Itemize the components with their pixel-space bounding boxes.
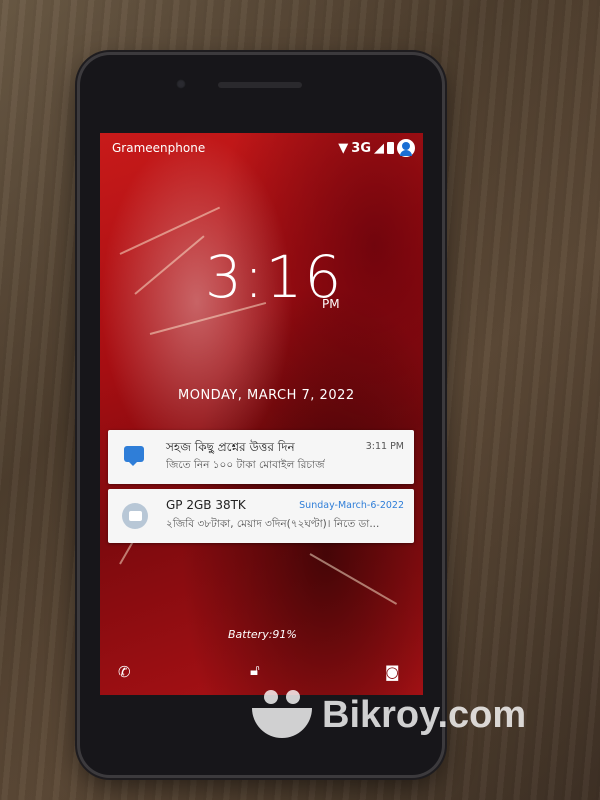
notification-title: GP 2GB 38TK [166, 498, 246, 512]
wallpaper-streak [309, 553, 398, 605]
notification-card[interactable]: GP 2GB 38TK ২জিবি ৩৮টাকা, মেয়াদ ৩দিন(৭২… [108, 489, 414, 543]
front-camera [176, 79, 186, 89]
notification-time: 3:11 PM [365, 441, 404, 452]
user-avatar-icon[interactable] [397, 139, 415, 157]
status-bar: Grameenphone ▼ 3G ◢ [100, 133, 423, 163]
sms-icon [122, 503, 148, 529]
carrier-name: Grameenphone [112, 141, 206, 155]
notification-time: Sunday-March-6-2022 [299, 500, 404, 511]
notification-card[interactable]: সহজ কিছু প্রশ্নের উত্তর দিন জিতে নিন ১০০… [108, 430, 414, 484]
phone-icon[interactable]: ✆ [118, 663, 131, 681]
battery-icon [387, 142, 394, 154]
watermark: Bikroy.com [252, 690, 526, 740]
clock-ampm: PM [322, 297, 340, 311]
notification-body: ২জিবি ৩৮টাকা, মেয়াদ ৩দিন(৭২ঘণ্টা)। নিতে… [166, 518, 380, 530]
camera-icon[interactable]: ◙ [385, 663, 400, 681]
wallpaper-streak [134, 235, 205, 295]
status-icons: ▼ 3G ◢ [338, 139, 415, 157]
notification-title: সহজ কিছু প্রশ্নের উত্তর দিন [166, 440, 295, 454]
watermark-text: Bikroy.com [322, 693, 527, 736]
battery-status: Battery:91% [228, 628, 297, 641]
signal-icon: ◢ [374, 140, 384, 156]
lock-icon[interactable]: 🔓︎ [250, 661, 260, 679]
phone-device: Grameenphone ▼ 3G ◢ 3:16 PM MONDAY, MARC… [80, 55, 442, 775]
lock-screen: Grameenphone ▼ 3G ◢ 3:16 PM MONDAY, MARC… [100, 133, 423, 695]
lock-date: MONDAY, MARCH 7, 2022 [178, 388, 355, 403]
earpiece-speaker [218, 82, 302, 88]
notification-body: জিতে নিন ১০০ টাকা মোবাইল রিচার্জ [166, 459, 325, 471]
bikroy-logo-icon [252, 690, 312, 740]
chat-icon [122, 444, 148, 470]
wifi-icon: ▼ [338, 140, 349, 156]
network-type: 3G [351, 140, 371, 156]
